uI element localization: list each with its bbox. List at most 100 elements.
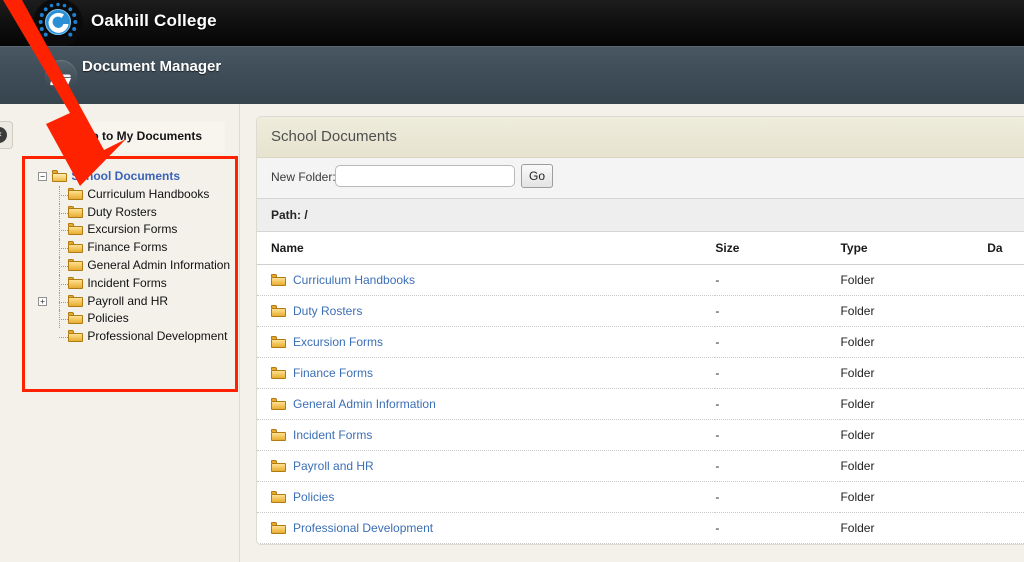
file-type: Folder [840,481,988,513]
file-type: Folder [840,419,988,451]
tree-item-label[interactable]: Incident Forms [87,276,166,290]
file-size: - [715,357,841,389]
file-name-link[interactable]: Curriculum Handbooks [293,273,415,287]
folder-icon [68,294,83,307]
sidebar-collapse-tab[interactable]: « [0,121,13,149]
file-date [987,388,1024,420]
tree-item-policies[interactable]: Policies [38,310,243,329]
table-row[interactable]: Duty Rosters - Folder [257,295,1024,327]
path-bar: Path: / [257,199,1024,232]
folder-icon [271,460,286,472]
table-row[interactable]: Excursion Forms - Folder [257,326,1024,358]
table-row[interactable]: Curriculum Handbooks - Folder [257,264,1024,296]
tree-item-duty-rosters[interactable]: Duty Rosters [38,203,243,222]
column-header-size[interactable]: Size [715,232,841,265]
table-row[interactable]: Professional Development - Folder [257,512,1024,544]
tree-item-curriculum-handbooks[interactable]: Curriculum Handbooks [38,185,243,204]
file-name-link[interactable]: Excursion Forms [293,335,383,349]
folder-icon [68,205,83,218]
folder-icon [68,187,83,200]
folder-icon [271,429,286,441]
file-type: Folder [840,512,988,544]
file-name-link[interactable]: Duty Rosters [293,304,362,318]
tree-item-label[interactable]: School Documents [71,169,180,183]
circular-swirl-logo-icon [33,0,83,46]
tree-item-label[interactable]: Payroll and HR [87,294,168,308]
tree-guide-connector [59,319,68,321]
tree-item-label[interactable]: Policies [87,311,128,325]
documents-panel: School Documents New Folder: Go Path: / … [256,116,1024,545]
table-row[interactable]: Finance Forms - Folder [257,357,1024,389]
tree-guide-connector [59,283,68,286]
column-header-type[interactable]: Type [840,232,988,265]
new-folder-toolbar: New Folder: Go [257,158,1024,199]
table-row[interactable]: Payroll and HR - Folder [257,450,1024,482]
tree-guide-connector [59,230,68,232]
file-date [987,295,1024,327]
folder-icon [271,305,286,317]
folder-icon [271,336,286,348]
tree-item-label[interactable]: Excursion Forms [87,222,177,236]
table-row[interactable]: Policies - Folder [257,481,1024,513]
brand-title: Oakhill College [91,11,217,30]
tree-item-general-admin-information[interactable]: General Admin Information [38,256,243,275]
go-to-my-documents-button[interactable]: Go to My Documents [60,122,225,152]
table-row[interactable]: General Admin Information - Folder [257,388,1024,420]
open-folder-icon [52,170,67,182]
tree-item-professional-development[interactable]: Professional Development [38,328,243,346]
tree-item-payroll-and-hr[interactable]: + Payroll and HR [38,292,243,311]
tree-item-label[interactable]: Curriculum Handbooks [87,187,209,201]
file-size: - [715,512,841,544]
file-date [987,264,1024,296]
file-list-table: Name Size Type Da Curriculum Handbooks -… [257,232,1024,544]
file-size: - [715,388,841,420]
file-type: Folder [840,357,988,389]
breadcrumb: Path: / [271,208,308,222]
column-header-name[interactable]: Name [257,232,716,265]
tree-guide-connector [59,212,68,215]
tree-item-label[interactable]: Professional Development [87,329,227,343]
file-size: - [715,264,841,296]
folder-icon [271,522,286,534]
green-right-arrow-icon [66,131,76,141]
file-date [987,481,1024,513]
file-size: - [715,450,841,482]
file-name-link[interactable]: General Admin Information [293,397,436,411]
file-size: - [715,481,841,513]
tree-item-finance-forms[interactable]: Finance Forms [38,239,243,257]
file-type: Folder [840,326,988,358]
tree-item-school-documents[interactable]: − School Documents [38,168,243,186]
file-date [987,419,1024,451]
folder-icon [271,274,286,286]
file-date [987,512,1024,544]
tree-guide-connector [59,265,68,268]
column-header-date[interactable]: Da [987,232,1024,265]
folder-icon [68,276,83,289]
folder-icon [271,367,286,379]
file-name-link[interactable]: Professional Development [293,521,433,535]
tree-item-incident-forms[interactable]: Incident Forms [38,274,243,293]
tree-expander-collapse-icon[interactable]: − [38,172,47,181]
folder-icon [271,491,286,503]
tree-guide-connector [59,301,68,304]
tree-guide-connector [59,248,68,250]
tree-item-excursion-forms[interactable]: Excursion Forms [38,221,243,240]
file-name-link[interactable]: Finance Forms [293,366,373,380]
document-manager-page: Oakhill College Document Manager « Go to… [0,0,1024,562]
tree-item-label[interactable]: Duty Rosters [87,205,156,219]
file-name-link[interactable]: Payroll and HR [293,459,374,473]
file-name-link[interactable]: Policies [293,490,334,504]
collapse-left-icon[interactable]: « [0,127,7,143]
tree-expander-expand-icon[interactable]: + [38,296,47,306]
tree-guide-connector [59,337,68,339]
go-to-my-documents-label: Go to My Documents [82,129,203,143]
module-bar [0,46,1024,105]
page-title: School Documents [271,128,397,145]
file-name-link[interactable]: Incident Forms [293,428,372,442]
go-button[interactable]: Go [521,164,553,188]
table-row[interactable]: Incident Forms - Folder [257,419,1024,451]
file-date [987,357,1024,389]
tree-item-label[interactable]: Finance Forms [87,240,167,254]
tree-item-label[interactable]: General Admin Information [87,258,230,272]
new-folder-input[interactable] [335,165,515,187]
